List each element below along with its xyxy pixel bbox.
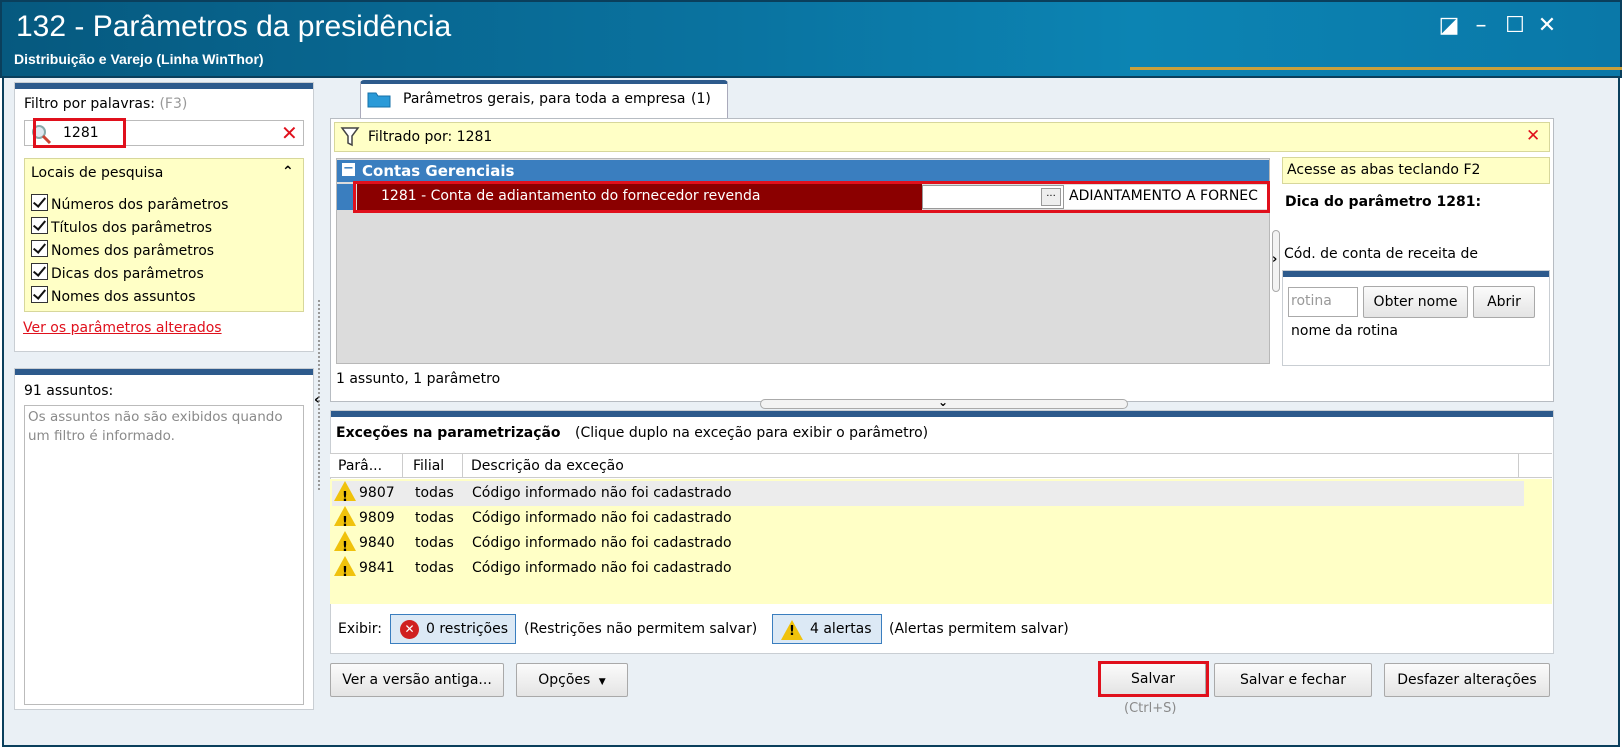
warning-icon: ! [334, 481, 356, 505]
filter-label-row: Filtro por palavras: (F3) [24, 96, 187, 112]
warning-icon: ! [334, 506, 356, 530]
restore-icon[interactable]: ◪ [1436, 14, 1462, 40]
warning-icon: ! [781, 620, 803, 640]
warning-icon: ! [334, 556, 356, 580]
locais-item[interactable]: Números dos parâmetros [31, 194, 228, 213]
ver-parametros-alterados-link[interactable]: Ver os parâmetros alterados [23, 320, 222, 336]
salvar-shortcut: (Ctrl+S) [1124, 701, 1177, 716]
tab-parametros-gerais[interactable]: Parâmetros gerais, para toda a empresa (… [360, 80, 728, 118]
hint-bar: Acesse as abas teclando F2 [1282, 157, 1550, 184]
column-divider [1518, 454, 1519, 478]
assuntos-count: 91 assuntos: [24, 383, 114, 399]
table-row[interactable]: ! 9809 todas Código informado não foi ca… [334, 506, 732, 531]
alertas-button[interactable]: ! 4 alertas [772, 614, 882, 644]
panel-topbar [1283, 271, 1549, 277]
salvar-highlight [1098, 661, 1209, 697]
restricoes-note: (Restrições não permitem salvar) [524, 621, 758, 637]
abrir-button[interactable]: Abrir [1473, 286, 1535, 318]
desfazer-alteracoes-button[interactable]: Desfazer alterações [1384, 663, 1550, 697]
table-row[interactable]: ! 9807 todas Código informado não foi ca… [334, 481, 732, 506]
restricoes-button[interactable]: ✕ 0 restrições [390, 614, 516, 644]
table-row[interactable]: ! 9841 todas Código informado não foi ca… [334, 556, 732, 581]
checkbox-icon[interactable] [31, 263, 48, 280]
expand-right-icon[interactable]: › [1272, 252, 1277, 267]
window-title: 132 - Parâmetros da presidência [16, 10, 452, 43]
excecoes-column-header: Parâ... Filial Descrição da exceção [330, 453, 1552, 478]
column-param[interactable]: Parâ... [338, 458, 382, 474]
opcoes-button[interactable]: Opções ▼ [516, 663, 628, 697]
excecoes-hint: (Clique duplo na exceção para exibir o p… [575, 425, 929, 441]
param-row-highlight [353, 181, 1270, 213]
rotina-input[interactable]: rotina [1288, 287, 1358, 317]
chevron-down-icon[interactable]: ⌄ [938, 395, 948, 409]
title-accent-line [1130, 67, 1622, 70]
checkbox-icon[interactable] [31, 286, 48, 303]
status-line: 1 assunto, 1 parâmetro [336, 371, 501, 387]
nome-rotina-label: nome da rotina [1291, 323, 1398, 339]
collapse-group-icon[interactable]: − [342, 162, 355, 176]
tab-label: Parâmetros gerais, para toda a empresa [403, 91, 686, 107]
folder-icon [367, 92, 391, 108]
locais-item[interactable]: Nomes dos assuntos [31, 286, 196, 305]
dropdown-arrow-icon: ▼ [598, 677, 606, 687]
obter-nome-button[interactable]: Obter nome [1363, 286, 1468, 318]
panel-topbar [15, 369, 313, 375]
collapse-icon[interactable]: ⌃ [282, 164, 294, 180]
assuntos-list[interactable]: Os assuntos não são exibidos quando um f… [24, 405, 304, 705]
rotina-panel [1282, 270, 1550, 366]
excecoes-title: Exceções na parametrização [336, 425, 561, 441]
hint-text: Cód. de conta de receita de [1284, 246, 1478, 262]
alertas-note: (Alertas permitem salvar) [889, 621, 1069, 637]
group-title: Contas Gerenciais [362, 162, 515, 180]
checkbox-icon[interactable] [31, 240, 48, 257]
funnel-icon [340, 127, 360, 147]
error-icon: ✕ [400, 620, 419, 639]
clear-filtered-icon[interactable]: ✕ [1526, 126, 1540, 146]
assuntos-message: Os assuntos não são exibidos quando um f… [28, 409, 283, 444]
locais-item[interactable]: Títulos dos parâmetros [31, 217, 212, 236]
checkbox-icon[interactable] [31, 217, 48, 234]
exibir-label: Exibir: [338, 621, 383, 637]
column-descricao[interactable]: Descrição da exceção [471, 458, 624, 474]
hint-title: Dica do parâmetro 1281: [1285, 194, 1482, 210]
excecoes-header: Exceções na parametrização (Clique duplo… [336, 425, 928, 441]
ver-versao-antiga-button[interactable]: Ver a versão antiga... [330, 663, 504, 697]
locais-item[interactable]: Nomes dos parâmetros [31, 240, 214, 259]
column-divider [462, 454, 463, 478]
clear-filter-icon[interactable]: ✕ [281, 121, 298, 145]
panel-topbar [331, 411, 1553, 417]
filtered-bar [334, 122, 1550, 152]
close-button[interactable]: ✕ [1534, 14, 1560, 40]
minimize-button[interactable]: – [1468, 14, 1494, 40]
table-row[interactable]: ! 9840 todas Código informado não foi ca… [334, 531, 732, 556]
column-filial[interactable]: Filial [413, 458, 444, 474]
locais-item[interactable]: Dicas dos parâmetros [31, 263, 204, 282]
panel-topbar [15, 83, 313, 89]
filter-highlight [33, 118, 126, 148]
collapse-left-icon[interactable]: ‹ [314, 392, 320, 408]
warning-icon: ! [334, 531, 356, 555]
checkbox-icon[interactable] [31, 194, 48, 211]
maximize-button[interactable]: ☐ [1502, 14, 1528, 40]
filtered-label: Filtrado por: 1281 [368, 129, 493, 145]
tab-count: (1) [691, 91, 711, 107]
filter-label: Filtro por palavras: [24, 96, 155, 112]
filter-shortcut: (F3) [159, 96, 188, 112]
window-subtitle: Distribuição e Varejo (Linha WinThor) [14, 51, 264, 67]
locais-title: Locais de pesquisa [31, 165, 164, 181]
column-divider [402, 454, 403, 478]
salvar-fechar-button[interactable]: Salvar e fechar [1214, 663, 1372, 697]
